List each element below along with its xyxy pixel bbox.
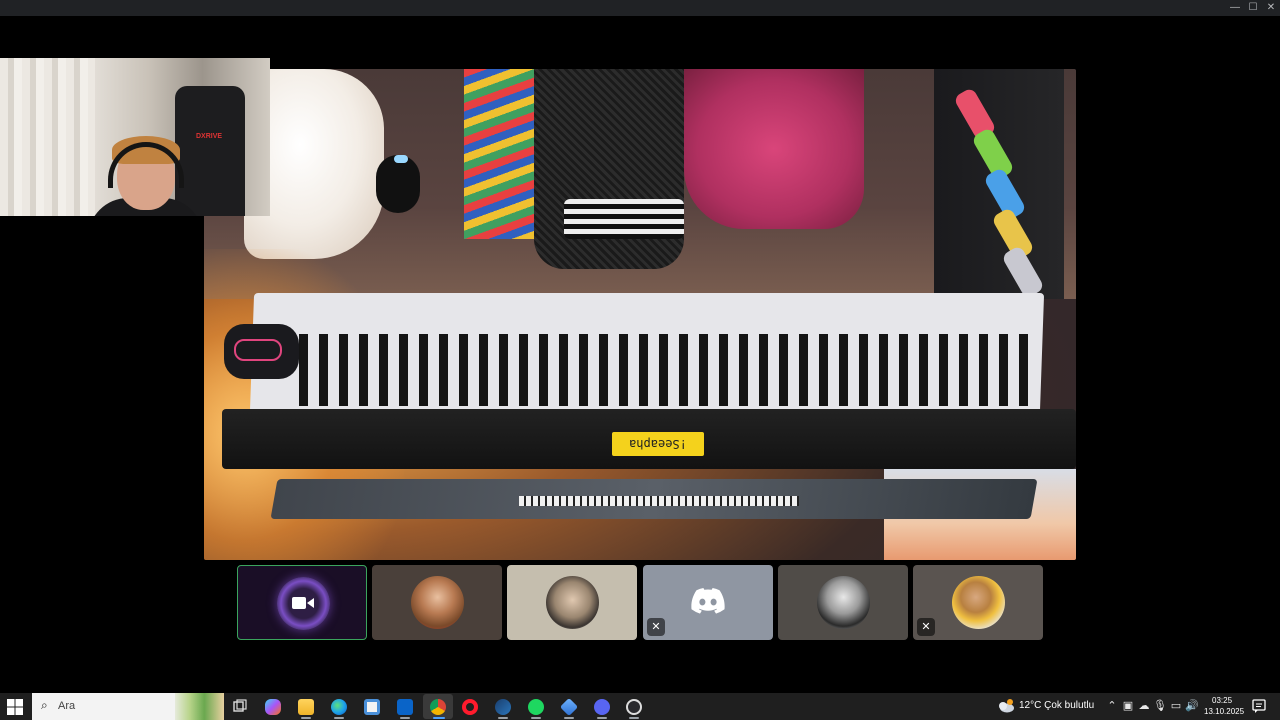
webcam-gaming-chair (175, 86, 245, 216)
cloudy-weather-icon[interactable] (997, 699, 1015, 713)
avatar (952, 576, 1005, 629)
stream-legs (534, 69, 684, 269)
outlook-icon[interactable] (397, 699, 413, 715)
avatar (817, 576, 870, 629)
search-icon: ⌕ (41, 698, 48, 712)
video-camera-icon (292, 597, 314, 609)
microsoft-store-icon[interactable] (364, 699, 380, 715)
search-highlight-image (175, 693, 224, 720)
onedrive-cloud-icon[interactable]: ☁ (1137, 699, 1151, 712)
avatar (546, 576, 599, 629)
edge-browser-icon[interactable] (331, 699, 347, 715)
search-placeholder: Ara (58, 700, 76, 712)
opera-browser-icon[interactable] (462, 699, 478, 715)
stream-piano-black-keys (299, 334, 1039, 406)
clock-date[interactable]: 13.10.2025 (1204, 707, 1244, 716)
chrome-browser-icon[interactable] (430, 699, 446, 715)
app-icon[interactable] (559, 697, 579, 717)
active-indicator (433, 717, 445, 719)
file-explorer-icon[interactable] (298, 699, 314, 715)
close-button[interactable]: ✕ (1260, 0, 1280, 16)
can (1000, 244, 1046, 300)
running-indicator (564, 717, 574, 719)
participant-tile-self[interactable] (237, 565, 367, 640)
self-webcam-tile[interactable]: DXRIVE (0, 58, 270, 216)
chevron-up-icon[interactable]: ⌃ (1105, 699, 1119, 712)
stream-pink-cloth (684, 69, 864, 229)
discord-logo-icon (691, 588, 725, 614)
stream-energy-cans (934, 69, 1064, 300)
muted-microphone-icon: ✕ (647, 618, 665, 636)
window-title-bar: — ☐ ✕ (0, 0, 1280, 16)
webcam-curtain (0, 58, 95, 216)
obs-studio-icon[interactable] (626, 699, 642, 715)
running-indicator (498, 717, 508, 719)
running-indicator (400, 717, 410, 719)
steam-icon[interactable] (495, 699, 511, 715)
stream-mouse-light (394, 155, 408, 163)
windows-start-icon[interactable] (6, 698, 24, 716)
notification-center-icon[interactable] (1252, 699, 1266, 713)
participant-tile-3[interactable] (507, 565, 637, 640)
muted-microphone-icon: ✕ (917, 618, 935, 636)
running-indicator (531, 717, 541, 719)
tray-app-icon[interactable]: ▣ (1121, 699, 1135, 712)
participant-tile-5[interactable] (778, 565, 908, 640)
copilot-icon[interactable] (265, 699, 281, 715)
participant-tile-4[interactable]: ✕ (643, 565, 773, 640)
stream-mouse (376, 155, 420, 213)
volume-icon[interactable]: 🔊 (1185, 699, 1199, 712)
microphone-icon[interactable]: 🎙 (1153, 699, 1167, 712)
task-view-icon[interactable] (232, 699, 248, 715)
spotify-icon[interactable] (528, 699, 544, 715)
screen-share-stream[interactable]: !Seeapha (204, 69, 1076, 560)
screen: — ☐ ✕ !Seeapha DXRIVE ✕ ✕ ⌕ Ara 12°C Çok… (0, 0, 1280, 720)
weather-text[interactable]: 12°C Çok bulutlu (1019, 700, 1094, 711)
participant-tile-6[interactable]: ✕ (913, 565, 1043, 640)
running-indicator (301, 717, 311, 719)
chair-brand-logo: DXRIVE (196, 133, 223, 140)
running-indicator (334, 717, 344, 719)
stream-striped-socks (564, 199, 684, 239)
running-indicator (629, 717, 639, 719)
network-icon[interactable]: ▭ (1169, 699, 1183, 712)
windows-taskbar: ⌕ Ara 12°C Çok bulutlu ⌃ ▣ ☁ 🎙 ▭ 🔊 03:25… (0, 693, 1280, 720)
clock-time[interactable]: 03:25 (1212, 696, 1232, 705)
stream-striped-cloth (464, 69, 534, 239)
stream-piano-lcd: !Seeapha (612, 432, 704, 456)
discord-app-icon[interactable] (594, 699, 610, 715)
taskbar-search-box[interactable]: ⌕ Ara (32, 693, 224, 720)
running-indicator (597, 717, 607, 719)
avatar (411, 576, 464, 629)
stream-gamepad-light (234, 339, 282, 361)
stream-lower-keyboard (519, 496, 799, 506)
participant-tile-2[interactable] (372, 565, 502, 640)
